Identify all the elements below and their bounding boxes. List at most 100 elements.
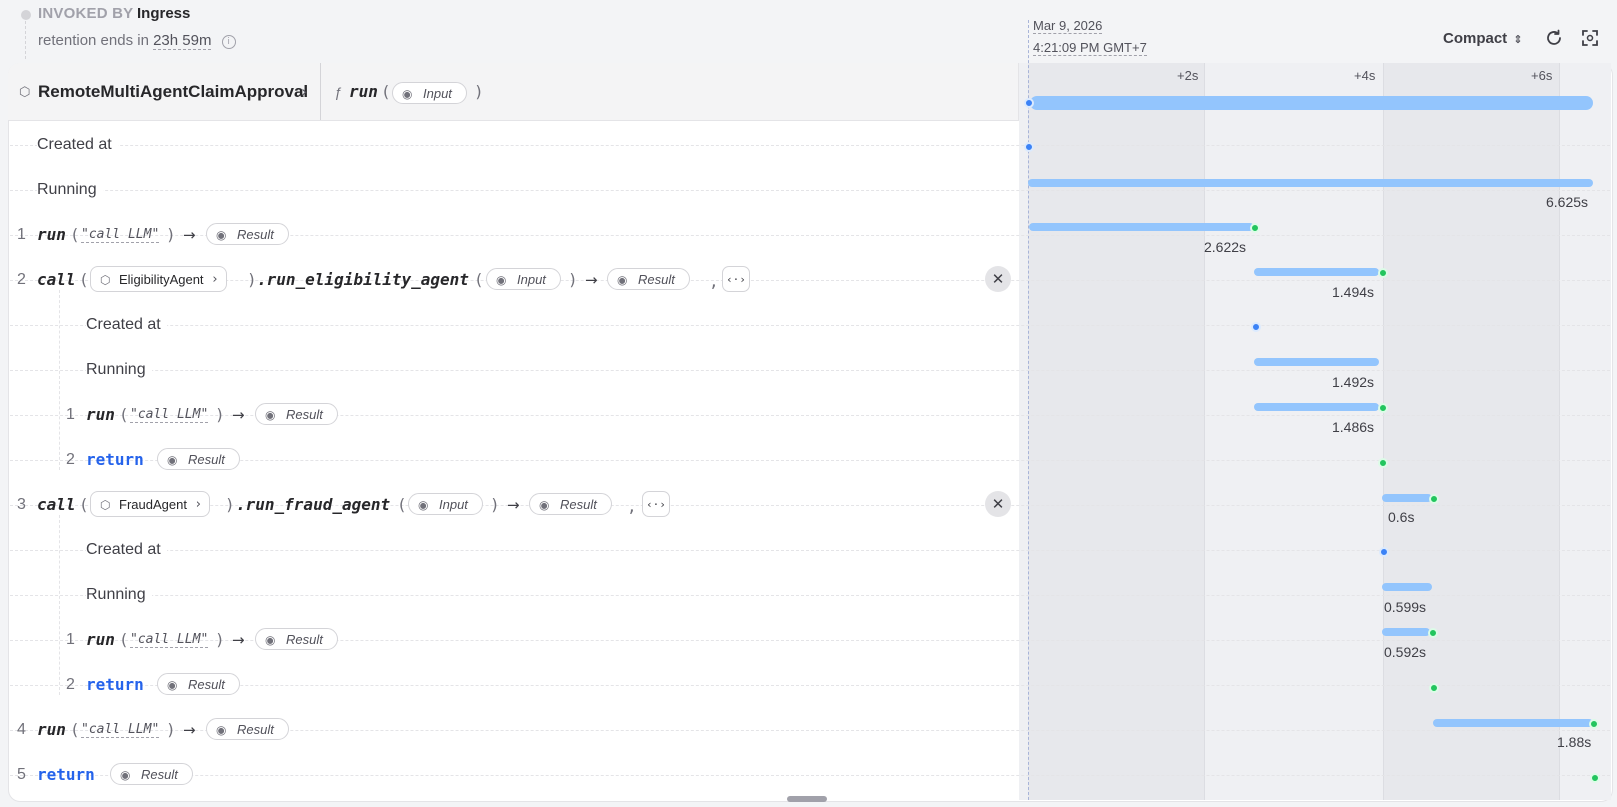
eye-icon: ◉ bbox=[265, 633, 276, 647]
return-marker[interactable] bbox=[1590, 773, 1600, 783]
step3-running-bar[interactable] bbox=[1382, 583, 1432, 591]
result-pill[interactable]: ◉ Result bbox=[607, 268, 690, 290]
running-duration: 6.625s bbox=[1546, 194, 1589, 210]
paren-open: ( bbox=[70, 225, 80, 244]
created-at-marker[interactable] bbox=[1024, 142, 1034, 152]
row-separator bbox=[10, 370, 1610, 371]
running-bar[interactable] bbox=[1028, 179, 1593, 187]
service-pill-label: EligibilityAgent bbox=[119, 272, 204, 287]
input-pill[interactable]: ◉ Input bbox=[392, 82, 467, 104]
code-icon[interactable]: ‹·› bbox=[642, 491, 670, 517]
paren-close: ) bbox=[166, 720, 176, 739]
result-pill[interactable]: ◉ Result bbox=[206, 718, 289, 740]
paren-close: ) bbox=[568, 270, 578, 289]
result-pill-label: Result bbox=[237, 722, 274, 737]
paren-open: ( bbox=[119, 630, 129, 649]
result-pill[interactable]: ◉ Result bbox=[157, 673, 240, 695]
resize-handle[interactable] bbox=[787, 796, 827, 802]
created-at-label: Created at bbox=[86, 541, 167, 559]
info-icon[interactable]: i bbox=[221, 35, 236, 49]
invocation-bar[interactable] bbox=[1030, 96, 1593, 110]
created-at-marker[interactable] bbox=[1251, 322, 1261, 332]
arrow-right-icon: → bbox=[183, 721, 196, 739]
arrow-right-icon: → bbox=[183, 226, 196, 244]
result-pill[interactable]: ◉ Result bbox=[110, 763, 193, 785]
input-pill-label: Input bbox=[423, 86, 452, 101]
result-pill[interactable]: ◉ Result bbox=[206, 223, 289, 245]
step-number: 2 bbox=[66, 676, 75, 693]
return-keyword: return bbox=[86, 450, 144, 469]
step-arg[interactable]: "call LLM" bbox=[130, 632, 209, 648]
code-icon[interactable]: ‹·› bbox=[722, 266, 750, 292]
eye-icon: ◉ bbox=[167, 678, 178, 692]
step3-bar[interactable] bbox=[1382, 494, 1432, 502]
start-time[interactable]: 4:21:09 PM GMT+7 bbox=[1033, 40, 1147, 56]
invoked-by-label: INVOKED BY bbox=[38, 5, 134, 22]
eye-icon: ◉ bbox=[167, 453, 178, 467]
step-arg[interactable]: "call LLM" bbox=[81, 722, 160, 738]
result-pill-label: Result bbox=[560, 497, 597, 512]
step2-bar[interactable] bbox=[1254, 268, 1379, 276]
row-separator bbox=[10, 595, 1610, 596]
start-date[interactable]: Mar 9, 2026 bbox=[1033, 18, 1103, 34]
result-pill[interactable]: ◉ Result bbox=[255, 628, 338, 650]
close-icon[interactable]: ✕ bbox=[985, 491, 1011, 517]
service-pill-fraud[interactable]: ⬡ FraudAgent › bbox=[90, 491, 210, 517]
step-number: 1 bbox=[17, 226, 26, 243]
close-icon[interactable]: ✕ bbox=[985, 266, 1011, 292]
paren-close: ) bbox=[225, 495, 235, 514]
result-pill[interactable]: ◉ Result bbox=[255, 403, 338, 425]
created-at-marker[interactable] bbox=[1379, 547, 1389, 557]
result-pill[interactable]: ◉ Result bbox=[529, 493, 612, 515]
result-pill-label: Result bbox=[237, 227, 274, 242]
step2-sub1-bar[interactable] bbox=[1254, 403, 1379, 411]
input-pill[interactable]: ◉ Input bbox=[408, 493, 483, 515]
refresh-icon[interactable] bbox=[1543, 28, 1565, 50]
service-name[interactable]: RemoteMultiAgentClaimApproval bbox=[38, 82, 308, 102]
paren-close: ) bbox=[215, 630, 225, 649]
view-mode-select[interactable]: Compact ⇕ bbox=[1443, 30, 1522, 47]
retention-value[interactable]: 23h 59m bbox=[153, 32, 212, 50]
result-pill-label: Result bbox=[188, 677, 225, 692]
timeline-start-line bbox=[1028, 20, 1029, 800]
row-separator bbox=[10, 460, 1610, 461]
row-separator bbox=[10, 415, 1610, 416]
function-icon: ƒ bbox=[334, 84, 342, 100]
step3-sub1-duration: 0.592s bbox=[1384, 644, 1427, 660]
step-arg[interactable]: "call LLM" bbox=[81, 227, 160, 243]
return-marker[interactable] bbox=[1378, 458, 1388, 468]
step-number: 5 bbox=[17, 766, 26, 783]
retention-info: retention ends in 23h 59m i bbox=[38, 32, 236, 50]
comma: , bbox=[627, 497, 637, 516]
step2-running-bar[interactable] bbox=[1254, 358, 1379, 366]
step-arg[interactable]: "call LLM" bbox=[130, 407, 209, 423]
chevron-right-icon[interactable]: › bbox=[301, 82, 307, 101]
invoked-by-connector bbox=[25, 21, 26, 59]
step2-duration: 1.494s bbox=[1332, 284, 1375, 300]
return-marker[interactable] bbox=[1429, 683, 1439, 693]
step2-running-duration: 1.492s bbox=[1332, 374, 1375, 390]
chevron-up-down-icon: ⇕ bbox=[1513, 34, 1523, 46]
service-pill-label: FraudAgent bbox=[119, 497, 187, 512]
step2-sub1-duration: 1.486s bbox=[1332, 419, 1375, 435]
eye-icon: ◉ bbox=[539, 498, 550, 512]
paren-open: ( bbox=[119, 405, 129, 424]
view-mode-label: Compact bbox=[1443, 30, 1508, 47]
step1-bar[interactable] bbox=[1029, 223, 1254, 231]
service-pill-eligibility[interactable]: ⬡ EligibilityAgent › bbox=[90, 266, 227, 292]
created-at-label: Created at bbox=[86, 316, 167, 334]
row-separator bbox=[10, 325, 1610, 326]
step-fn: run bbox=[86, 405, 115, 424]
step4-duration: 1.88s bbox=[1557, 734, 1592, 750]
input-pill[interactable]: ◉ Input bbox=[486, 268, 561, 290]
result-pill-label: Result bbox=[638, 272, 675, 287]
result-pill[interactable]: ◉ Result bbox=[157, 448, 240, 470]
timeline-gridline bbox=[1204, 63, 1205, 800]
cube-icon: ⬡ bbox=[100, 273, 111, 287]
step3-sub1-bar[interactable] bbox=[1382, 628, 1430, 636]
step3-duration: 0.6s bbox=[1388, 509, 1415, 525]
result-pill-label: Result bbox=[188, 452, 225, 467]
input-pill-label: Input bbox=[517, 272, 546, 287]
step4-bar[interactable] bbox=[1433, 719, 1593, 727]
fit-to-screen-icon[interactable] bbox=[1579, 28, 1601, 50]
